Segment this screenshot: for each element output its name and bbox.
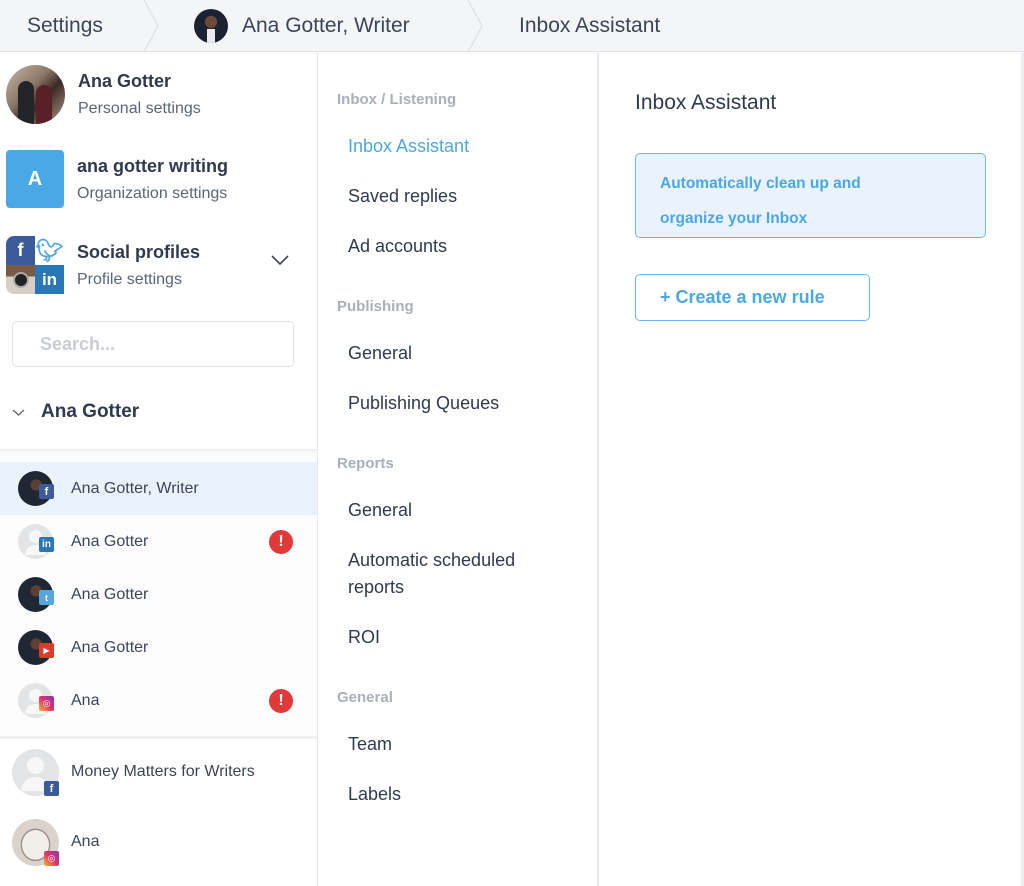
- instagram-icon: ◎: [39, 696, 54, 711]
- nav-item-publishing-general[interactable]: General: [348, 340, 412, 367]
- social-profiles-link[interactable]: f 🐦︎ in Social profiles Profile settings: [6, 236, 200, 294]
- profile-item[interactable]: ◎ Ana: [0, 813, 317, 873]
- profile-group-name: Ana Gotter: [41, 401, 140, 422]
- personal-settings-link[interactable]: Ana Gotter Personal settings: [6, 65, 201, 124]
- chevron-down-icon[interactable]: [270, 253, 290, 267]
- profile-item[interactable]: ◎ Ana !: [0, 674, 317, 727]
- nav-section-general: General: [337, 689, 393, 706]
- profile-group-toggle[interactable]: Ana Gotter: [12, 401, 139, 423]
- user-avatar: [6, 65, 65, 124]
- info-banner: Automatically clean up and organize your…: [635, 153, 986, 238]
- nav-item-publishing-queues[interactable]: Publishing Queues: [348, 390, 499, 417]
- instagram-icon: [6, 265, 35, 294]
- nav-item-roi[interactable]: ROI: [348, 624, 380, 651]
- nav-item-labels[interactable]: Labels: [348, 781, 401, 808]
- nav-section-inbox: Inbox / Listening: [337, 91, 457, 108]
- breadcrumb-current-page: Inbox Assistant: [519, 0, 660, 52]
- profile-item[interactable]: f Money Matters for Writers: [0, 743, 317, 803]
- nav-item-saved-replies[interactable]: Saved replies: [348, 183, 457, 210]
- linkedin-icon: in: [39, 537, 54, 552]
- facebook-icon: f: [6, 236, 35, 265]
- breadcrumb-bar: Settings Ana Gotter, Writer Inbox Assist…: [0, 0, 1024, 52]
- breadcrumb-profile-label: Ana Gotter, Writer: [242, 14, 410, 37]
- youtube-icon: ▶: [39, 643, 54, 658]
- social-profiles-title: Social profiles: [77, 241, 201, 262]
- breadcrumb-separator-icon: [138, 0, 168, 52]
- info-text-line2: organize your Inbox: [660, 210, 808, 227]
- social-profiles-subtitle: Profile settings: [77, 270, 182, 288]
- breadcrumb-profile[interactable]: Ana Gotter, Writer: [194, 0, 410, 52]
- breadcrumb-settings[interactable]: Settings: [27, 0, 103, 52]
- profile-name: Ana Gotter, Writer: [71, 479, 199, 497]
- nav-item-team[interactable]: Team: [348, 731, 392, 758]
- twitter-icon: t: [39, 590, 54, 605]
- profile-name: Ana Gotter: [71, 638, 149, 656]
- profile-list: f Ana Gotter, Writer in Ana Gotter ! t A…: [0, 449, 317, 739]
- account-sidebar: Ana Gotter Personal settings A ana gotte…: [0, 53, 318, 886]
- create-rule-button[interactable]: + Create a new rule: [635, 274, 870, 321]
- instagram-icon: ◎: [44, 851, 59, 866]
- chevron-down-icon: [12, 409, 25, 416]
- page-title: Inbox Assistant: [635, 91, 777, 114]
- nav-item-reports-general[interactable]: General: [348, 497, 412, 524]
- organization-avatar: A: [6, 150, 64, 208]
- profile-name: Ana Gotter: [71, 585, 149, 603]
- info-text-line1: Automatically clean up and: [660, 175, 861, 192]
- nav-item-inbox-assistant[interactable]: Inbox Assistant: [348, 133, 469, 160]
- nav-section-reports: Reports: [337, 455, 394, 472]
- facebook-icon: f: [39, 484, 54, 499]
- profile-avatar: [194, 9, 228, 43]
- profile-item[interactable]: t Ana Gotter: [0, 568, 317, 621]
- alert-icon[interactable]: !: [269, 688, 293, 713]
- organization-name: ana gotter writing: [77, 155, 229, 176]
- profile-item[interactable]: ▶ Ana Gotter: [0, 621, 317, 674]
- social-networks-icon: f 🐦︎ in: [6, 236, 64, 294]
- breadcrumb-separator-icon: [462, 0, 492, 52]
- organization-settings-link[interactable]: A ana gotter writing Organization settin…: [6, 150, 228, 208]
- profile-item[interactable]: f Ana Gotter, Writer: [0, 462, 317, 515]
- personal-name: Ana Gotter: [78, 71, 172, 91]
- settings-nav: Inbox / Listening Inbox Assistant Saved …: [318, 53, 599, 886]
- twitter-icon: 🐦︎: [35, 236, 64, 265]
- organization-subtitle: Organization settings: [77, 184, 228, 202]
- alert-icon[interactable]: !: [269, 529, 293, 554]
- personal-subtitle: Personal settings: [78, 100, 201, 117]
- facebook-icon: f: [44, 781, 59, 796]
- profile-name: Ana Gotter: [71, 532, 149, 550]
- main-content: Inbox Assistant Automatically clean up a…: [600, 53, 1024, 886]
- profile-name: Ana: [71, 833, 100, 850]
- breadcrumb-page-label: Inbox Assistant: [519, 14, 661, 37]
- profile-name: Money Matters for Writers: [71, 763, 255, 780]
- nav-item-ad-accounts[interactable]: Ad accounts: [348, 233, 447, 260]
- profile-name: Ana: [71, 691, 100, 709]
- nav-item-automatic-scheduled-reports[interactable]: Automatic scheduled reports: [348, 547, 568, 601]
- linkedin-icon: in: [35, 265, 64, 294]
- profile-item[interactable]: in Ana Gotter !: [0, 515, 317, 568]
- search-input[interactable]: [12, 321, 294, 367]
- nav-section-publishing: Publishing: [337, 298, 414, 315]
- breadcrumb-settings-label: Settings: [27, 14, 103, 37]
